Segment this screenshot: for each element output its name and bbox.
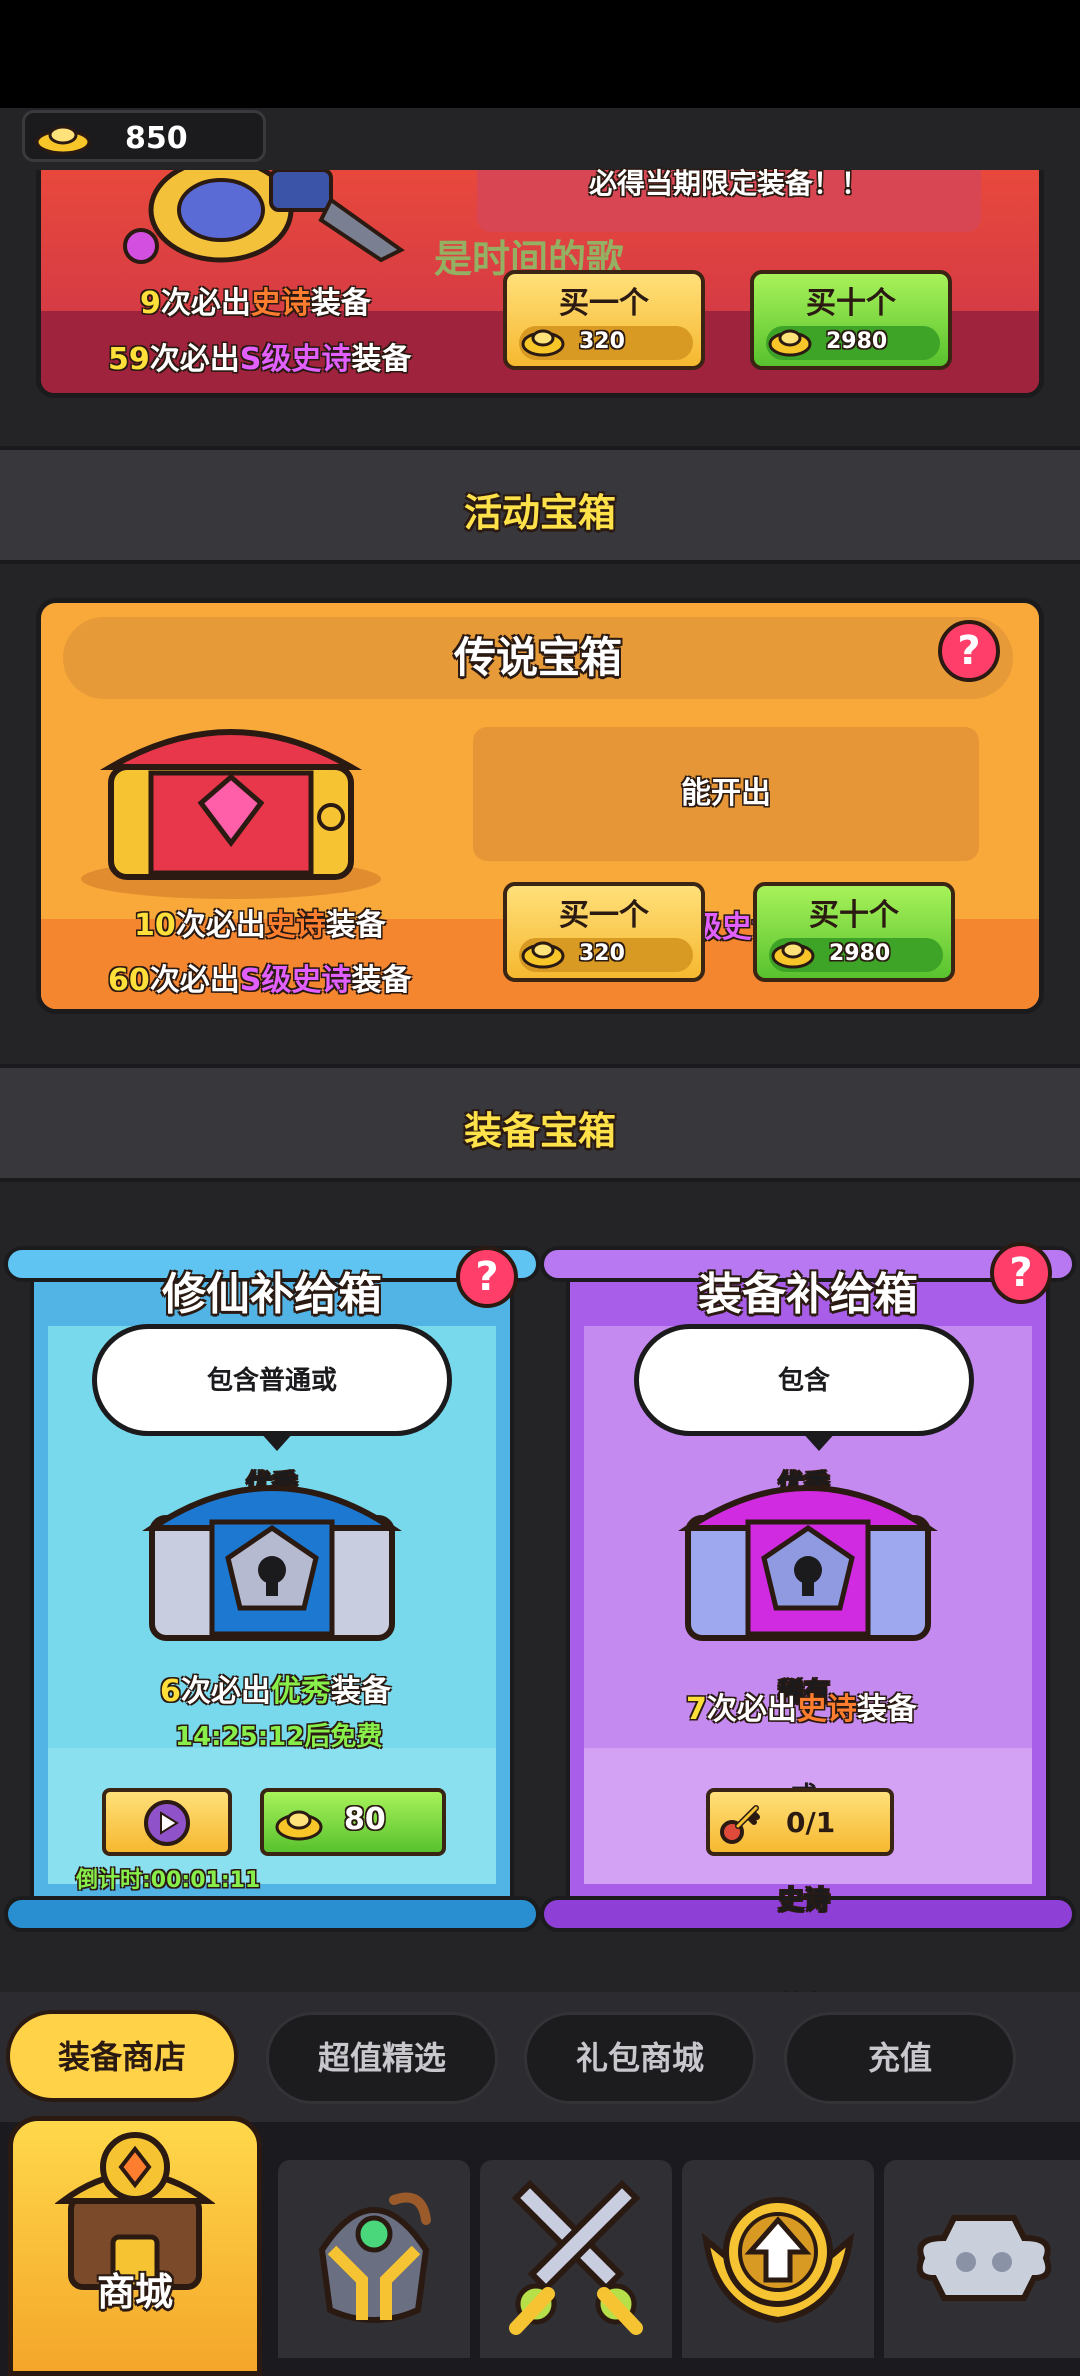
gold-ingot-icon <box>521 941 565 969</box>
key-icon <box>720 1805 760 1844</box>
nav-shop-label: 商城 <box>96 2270 173 2314</box>
question-icon: ? <box>957 628 981 674</box>
helmet-icon <box>318 2192 431 2323</box>
equip-help-button[interactable]: ? <box>990 1242 1052 1304</box>
legend-chest-description: 能开出S级史诗装备 <box>473 727 979 945</box>
limited-note: 必得当期限定装备！！ <box>477 167 981 232</box>
legend-chest-icon <box>81 729 381 899</box>
legend-buy-one-button[interactable]: 买一个 320 <box>503 882 705 982</box>
gold-amount: 850 <box>125 121 188 156</box>
watch-ad-button[interactable] <box>102 1788 232 1856</box>
purple-chest-icon <box>678 1485 938 1641</box>
tab-equip-shop[interactable]: 装备商店 <box>6 2010 238 2102</box>
free-timer: 14:25:12后免费 <box>175 1722 383 1752</box>
banner-guarantee-line-2: 59次必出S级史诗装备 <box>108 342 412 377</box>
section-title: 装备宝箱 <box>463 1109 616 1153</box>
xiuxian-price: 80 <box>344 1802 386 1837</box>
limited-note-text: 必得当期限定装备！！ <box>588 167 869 200</box>
silver-chest-icon <box>142 1485 402 1641</box>
play-icon <box>144 1800 190 1846</box>
tab-value-picks[interactable]: 超值精选 <box>266 2012 498 2104</box>
banner-buy-one-button[interactable]: 买一个 320 <box>503 270 705 370</box>
xiuxian-help-button[interactable]: ? <box>456 1246 518 1308</box>
xiuxian-supply-title: 修仙补给箱 <box>162 1269 382 1320</box>
legend-chest-help-button[interactable]: ? <box>938 620 1000 682</box>
use-key-button[interactable]: 0/1 <box>706 1788 894 1856</box>
nav-shop[interactable]: 商城 <box>8 2116 262 2376</box>
equip-section-header: 装备宝箱 <box>0 1064 1080 1182</box>
legend-chest-title-bar: 传说宝箱 <box>63 617 1013 699</box>
xiuxian-supply-card: 修仙补给箱 包含普通或优秀装备 6次必出优秀装备 14:25:12后免费 80 … <box>4 1196 540 1956</box>
cloud-lock-icon <box>916 2215 1052 2301</box>
question-icon: ? <box>475 1254 499 1300</box>
banner-buy-ten-button[interactable]: 买十个 2980 <box>750 270 952 370</box>
status-bar <box>0 0 1080 108</box>
banner-guarantee-line-1: 9次必出史诗装备 <box>140 286 371 321</box>
xiuxian-guarantee-line: 6次必出优秀装备 <box>160 1674 391 1709</box>
xiuxian-speech-bubble: 包含普通或优秀装备 <box>92 1324 452 1604</box>
gold-ingot-icon <box>275 1810 323 1841</box>
key-count: 0/1 <box>786 1806 836 1839</box>
nav-more[interactable] <box>884 2160 1080 2358</box>
upgrade-arrow-icon <box>701 2197 855 2324</box>
equip-speech-bubble: 包含优秀、稀有或史诗装备 <box>634 1324 974 2020</box>
tab-recharge[interactable]: 充值 <box>784 2012 1016 2104</box>
gold-ingot-icon <box>771 941 815 969</box>
event-section-header: 活动宝箱 <box>0 446 1080 564</box>
legend-guarantee-line-2: 60次必出S级史诗装备 <box>108 963 412 998</box>
section-title: 活动宝箱 <box>463 491 616 535</box>
legend-guarantee-line-1: 10次必出史诗装备 <box>134 908 386 943</box>
tab-gift-packs[interactable]: 礼包商城 <box>524 2012 756 2104</box>
equip-supply-card: 装备补给箱 包含优秀、稀有或史诗装备 7次必出史诗装备 0/1 <box>540 1196 1076 2020</box>
gold-ingot-icon <box>768 329 812 357</box>
legend-buy-ten-button[interactable]: 买十个 2980 <box>753 882 955 982</box>
gold-ingot-icon <box>35 125 91 155</box>
legend-chest-title: 传说宝箱 <box>453 633 622 682</box>
xiuxian-buy-button[interactable]: 80 <box>260 1788 446 1856</box>
nav-upgrade[interactable] <box>682 2160 874 2358</box>
crossed-swords-icon <box>509 2179 643 2335</box>
gold-balance: 850 <box>22 110 266 162</box>
nav-hero[interactable] <box>278 2160 470 2358</box>
nav-battle[interactable] <box>480 2160 672 2358</box>
equip-guarantee-line: 7次必出史诗装备 <box>686 1692 917 1727</box>
hero-artwork-icon <box>123 170 405 264</box>
gold-ingot-icon <box>521 329 565 357</box>
question-icon: ? <box>1009 1250 1033 1296</box>
ad-countdown: 倒计时:00:01:11 <box>76 1868 261 1893</box>
